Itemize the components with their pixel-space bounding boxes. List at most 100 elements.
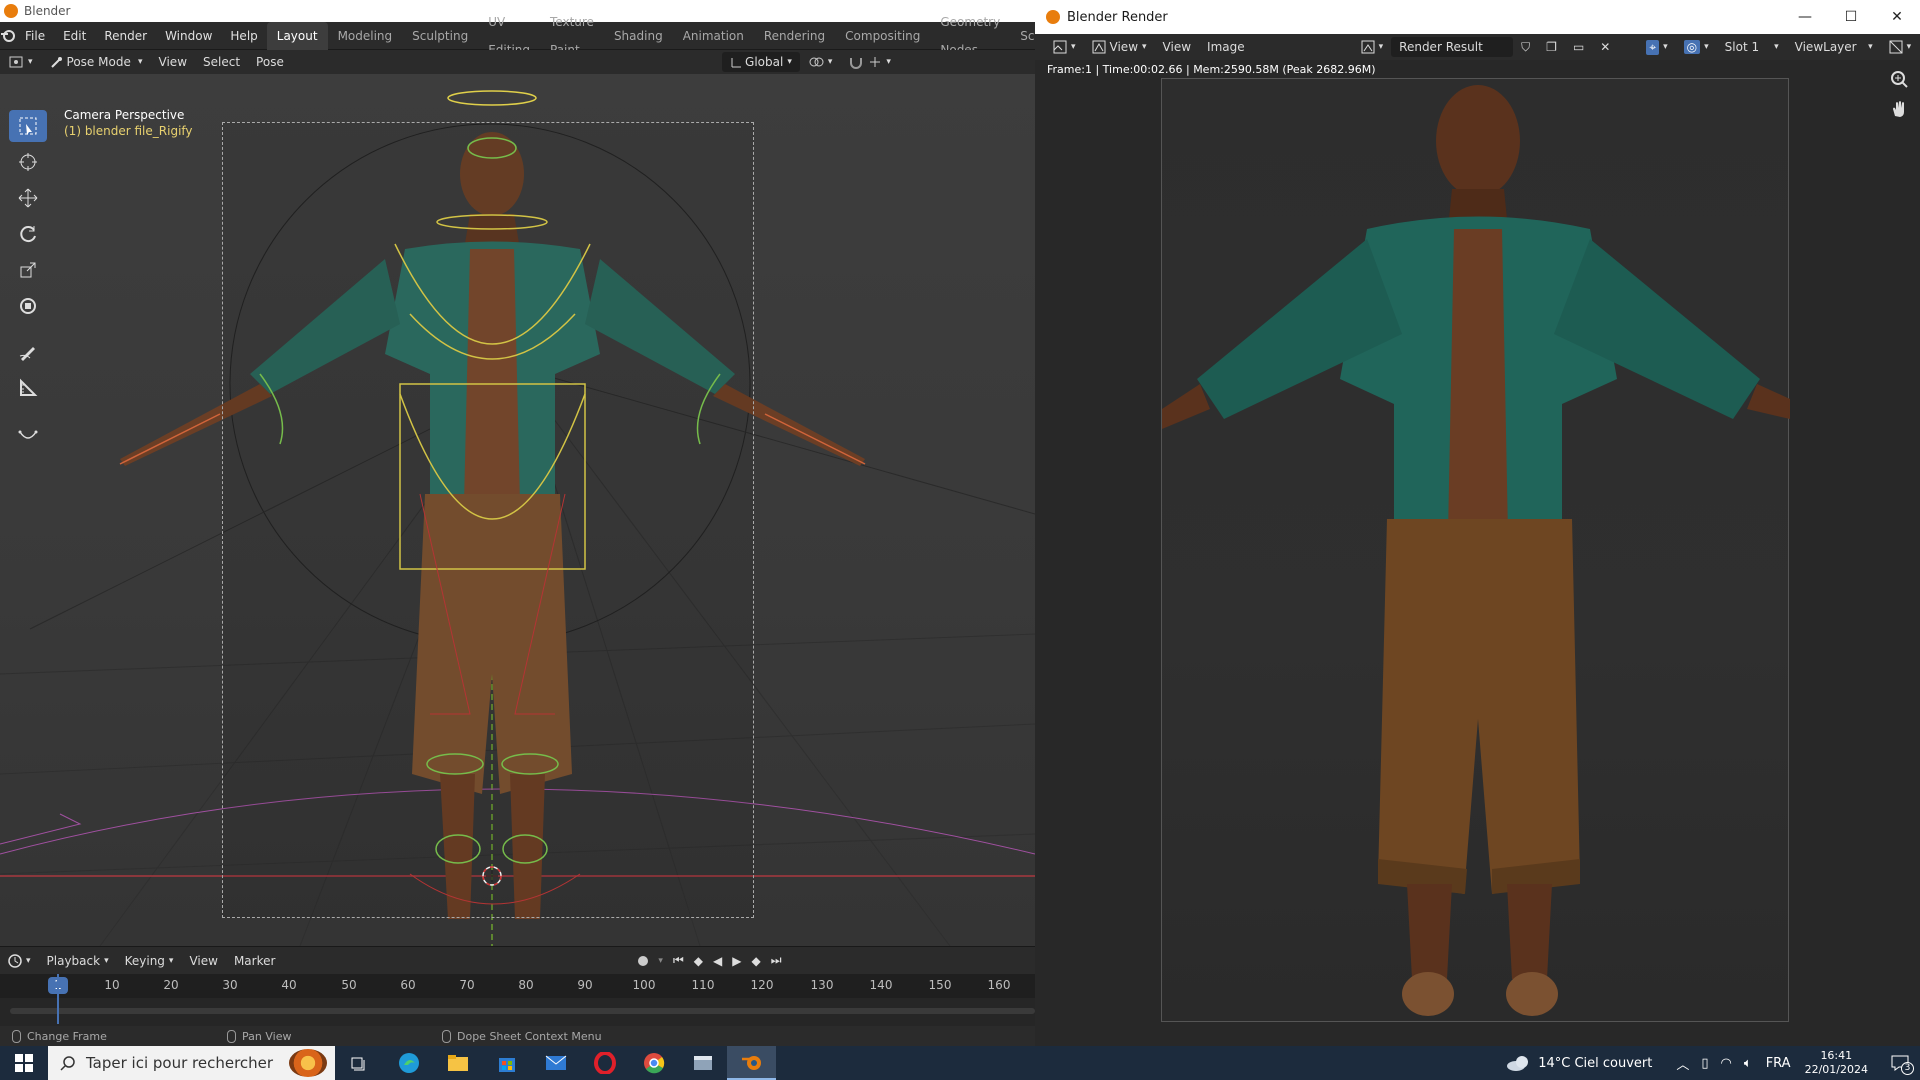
menu-image[interactable]: Image bbox=[1199, 37, 1253, 57]
menu-view[interactable]: View bbox=[151, 52, 195, 72]
blender-app[interactable] bbox=[727, 1046, 776, 1080]
jump-start-icon[interactable]: ⏮ bbox=[673, 953, 684, 968]
new-image-icon[interactable]: ❐ bbox=[1538, 37, 1565, 57]
render-canvas[interactable] bbox=[1035, 60, 1920, 1046]
menu-marker[interactable]: Marker bbox=[226, 951, 283, 971]
menu-render[interactable]: Render bbox=[95, 22, 156, 50]
slot-dropdown[interactable]: Slot 1 ▾ bbox=[1717, 37, 1787, 57]
edge-app[interactable] bbox=[384, 1046, 433, 1080]
snap-grid-icon bbox=[870, 57, 881, 67]
menu-pose[interactable]: Pose bbox=[248, 52, 292, 72]
viewport-header: ▾ Pose Mode ▾ View Select Pose Global ▾ … bbox=[0, 50, 1035, 74]
menu-select[interactable]: Select bbox=[195, 52, 248, 72]
blender-logo-icon bbox=[1046, 10, 1060, 24]
menu-help[interactable]: Help bbox=[221, 22, 266, 50]
fake-user-shield-icon[interactable]: ⛉ bbox=[1513, 37, 1538, 57]
cursor-tool[interactable] bbox=[9, 146, 47, 178]
hand-pan-icon[interactable] bbox=[1890, 100, 1908, 118]
play-icon[interactable]: ▶ bbox=[732, 954, 741, 968]
tab-shading[interactable]: Shading bbox=[604, 22, 673, 50]
start-button[interactable] bbox=[0, 1046, 48, 1080]
auto-keying-record-icon[interactable] bbox=[638, 955, 649, 966]
timeline-body[interactable] bbox=[0, 998, 1035, 1026]
tab-layout[interactable]: Layout bbox=[266, 21, 328, 50]
jump-prev-keyframe-icon[interactable]: ◆ bbox=[694, 954, 703, 968]
sample-tool-button[interactable]: ⌖ ▾ bbox=[1638, 37, 1675, 57]
mail-app[interactable] bbox=[531, 1046, 580, 1080]
tab-compositing[interactable]: Compositing bbox=[835, 22, 930, 50]
zoom-icon[interactable] bbox=[1890, 70, 1908, 88]
render-result-image bbox=[1161, 78, 1790, 1022]
jump-end-icon[interactable]: ⏭ bbox=[771, 953, 782, 968]
open-folder-icon[interactable]: ▭ bbox=[1565, 37, 1592, 57]
generic-app[interactable] bbox=[678, 1046, 727, 1080]
annotate-tool[interactable] bbox=[9, 336, 47, 368]
playhead[interactable] bbox=[57, 974, 59, 1024]
main-menubar: File Edit Render Window Help Layout Mode… bbox=[0, 15, 1066, 57]
menu-window[interactable]: Window bbox=[156, 22, 221, 50]
file-explorer-app[interactable] bbox=[433, 1046, 482, 1080]
image-name-field[interactable]: Render Result bbox=[1391, 37, 1514, 57]
task-view-button[interactable] bbox=[335, 1046, 384, 1080]
orientation-dropdown[interactable]: Global ▾ bbox=[721, 52, 800, 72]
weather-text[interactable]: 14°C Ciel couvert bbox=[1538, 1056, 1652, 1071]
timeline-editor-type-button[interactable]: ▾ bbox=[0, 951, 39, 971]
clock[interactable]: 16:41 22/01/2024 bbox=[1805, 1049, 1868, 1077]
measure-tool[interactable] bbox=[9, 372, 47, 404]
image-editor-type-button[interactable]: ▾ bbox=[1045, 37, 1084, 57]
device-icon[interactable]: ▯ bbox=[1701, 1056, 1708, 1071]
select-box-tool[interactable] bbox=[9, 110, 47, 142]
tl-tick: 50 bbox=[341, 978, 357, 992]
tab-modeling[interactable]: Modeling bbox=[328, 22, 403, 50]
minimize-button[interactable]: — bbox=[1782, 0, 1828, 34]
menu-file[interactable]: File bbox=[16, 22, 54, 50]
pivot-point-button[interactable]: ▾ bbox=[800, 52, 841, 72]
mode-dropdown[interactable]: Pose Mode ▾ bbox=[41, 52, 151, 72]
taskbar-search-box[interactable]: Taper ici pour rechercher bbox=[48, 1046, 335, 1080]
store-app[interactable] bbox=[482, 1046, 531, 1080]
menu-image-view[interactable]: View bbox=[1155, 37, 1199, 57]
rotate-tool[interactable] bbox=[9, 218, 47, 250]
timeline-scrollbar[interactable] bbox=[10, 1008, 1035, 1014]
chevron-up-icon[interactable]: ︿ bbox=[1676, 1054, 1689, 1073]
blender-menu-button[interactable] bbox=[0, 29, 16, 43]
play-reverse-icon[interactable]: ◀ bbox=[713, 954, 722, 968]
view-mode-dropdown[interactable]: View ▾ bbox=[1084, 37, 1155, 57]
transform-tool[interactable] bbox=[9, 290, 47, 322]
menu-playback[interactable]: Playback ▾ bbox=[39, 951, 117, 971]
tab-rendering[interactable]: Rendering bbox=[754, 22, 835, 50]
browse-image-button[interactable]: ▾ bbox=[1353, 37, 1392, 57]
snap-button[interactable]: ▾ bbox=[840, 52, 899, 72]
maximize-button[interactable]: ☐ bbox=[1828, 0, 1874, 34]
unlink-x-icon[interactable]: ✕ bbox=[1592, 37, 1618, 57]
editor-type-button[interactable]: ▾ bbox=[0, 52, 41, 72]
wifi-icon[interactable]: ◠ bbox=[1721, 1056, 1732, 1071]
display-channels-button[interactable]: ▾ bbox=[1881, 37, 1920, 57]
scale-tool[interactable] bbox=[9, 254, 47, 286]
tl-tick: 140 bbox=[869, 978, 893, 992]
timeline-ruler[interactable]: 1 10 20 30 40 50 60 70 80 90 100 110 120… bbox=[0, 974, 1035, 998]
tl-tick: 20 bbox=[163, 978, 179, 992]
view-layer-dropdown[interactable]: ViewLayer ▾ bbox=[1787, 37, 1881, 57]
menu-timeline-view[interactable]: View bbox=[181, 951, 225, 971]
volume-icon[interactable]: 🔈︎ bbox=[1744, 1056, 1752, 1071]
move-tool[interactable] bbox=[9, 182, 47, 214]
blender-logo-icon bbox=[1, 29, 15, 42]
move-icon bbox=[18, 188, 38, 208]
menu-edit[interactable]: Edit bbox=[54, 22, 95, 50]
tl-tick: 30 bbox=[222, 978, 238, 992]
jump-next-keyframe-icon[interactable]: ◆ bbox=[751, 954, 760, 968]
store-bag-icon bbox=[498, 1058, 515, 1072]
3d-viewport[interactable]: Camera Perspective (1) blender file_Rigi… bbox=[0, 74, 1035, 946]
tab-sculpting[interactable]: Sculpting bbox=[402, 22, 478, 50]
tab-animation[interactable]: Animation bbox=[673, 22, 754, 50]
opera-app[interactable] bbox=[580, 1046, 629, 1080]
cloud-weather-icon[interactable] bbox=[1506, 1054, 1532, 1072]
language-indicator[interactable]: FRA bbox=[1766, 1056, 1791, 1071]
chrome-app[interactable] bbox=[629, 1046, 678, 1080]
menu-keying[interactable]: Keying ▾ bbox=[117, 951, 182, 971]
close-button[interactable]: ✕ bbox=[1874, 0, 1920, 34]
bone-envelope-tool[interactable] bbox=[9, 418, 47, 450]
notification-center-button[interactable]: 3 bbox=[1880, 1046, 1920, 1080]
overlay-button[interactable]: ◎ ▾ bbox=[1676, 37, 1717, 57]
